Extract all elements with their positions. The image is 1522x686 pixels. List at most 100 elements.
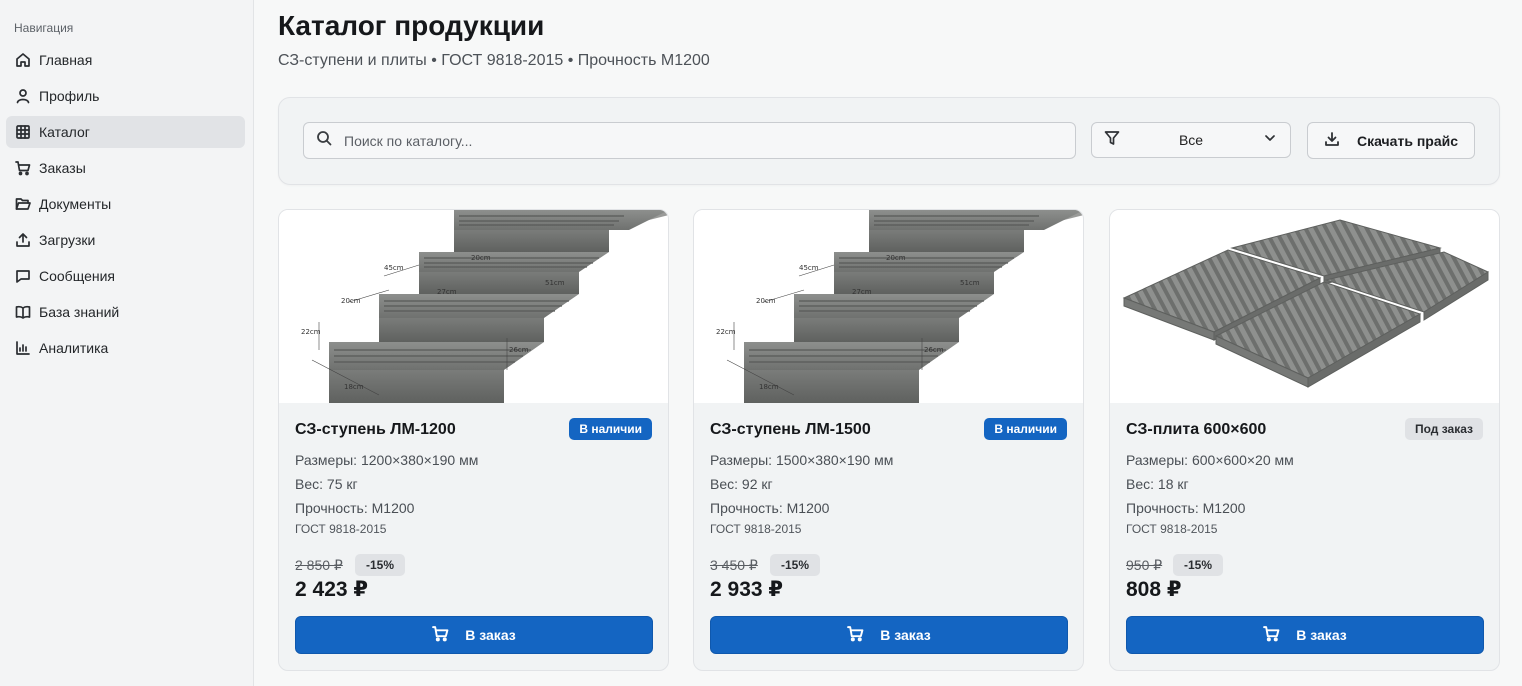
add-to-order-button[interactable]: В заказ [295, 616, 653, 654]
sidebar-item-uploads[interactable]: Загрузки [6, 224, 245, 256]
dimension-label: 18cm [344, 383, 364, 391]
product-card: 45cm 20cm 27cm 20cm 51cm 22cm 26cm 18cm … [278, 209, 669, 671]
dimension-label: 45cm [384, 264, 404, 272]
sidebar-item-label: База знаний [39, 304, 120, 320]
product-card: СЗ-плита 600×600 Под заказ Размеры: 600×… [1109, 209, 1500, 671]
chevron-down-icon [1262, 130, 1278, 151]
sidebar-item-label: Аналитика [39, 340, 109, 356]
sidebar-item-home[interactable]: Главная [6, 44, 245, 76]
category-filter-select[interactable]: Все [1091, 122, 1291, 158]
user-icon [15, 88, 31, 104]
sidebar-item-profile[interactable]: Профиль [6, 80, 245, 112]
product-weight: Вес: 18 кг [1126, 476, 1189, 492]
page-subtitle: СЗ-ступени и плиты • ГОСТ 9818-2015 • Пр… [278, 52, 710, 69]
product-name: СЗ-плита 600×600 [1126, 421, 1267, 438]
old-price: 950 ₽ [1126, 557, 1163, 573]
sidebar-item-label: Загрузки [39, 232, 96, 248]
dimension-label: 20cm [341, 297, 361, 305]
grid-icon [15, 124, 31, 140]
sidebar-item-label: Главная [39, 52, 93, 68]
dimension-label: 26cm [924, 346, 944, 354]
page-title: Каталог продукции [278, 10, 545, 41]
old-price: 2 850 ₽ [295, 557, 343, 573]
dimension-label: 18cm [759, 383, 779, 391]
product-weight: Вес: 75 кг [295, 476, 358, 492]
dimension-label: 51cm [545, 279, 565, 287]
sidebar-item-orders[interactable]: Заказы [6, 152, 245, 184]
product-price: 808 ₽ [1126, 578, 1182, 601]
search-field[interactable] [303, 122, 1076, 159]
download-price-label: Скачать прайс [1357, 132, 1459, 149]
dimension-label: 22cm [716, 328, 736, 336]
search-input[interactable] [344, 132, 1044, 149]
discount-badge: -15% [1173, 554, 1224, 576]
product-strength: Прочность: М1200 [295, 500, 415, 516]
cart-icon [432, 625, 465, 645]
dimension-label: 27cm [437, 288, 457, 296]
product-image-tiles [1110, 210, 1499, 403]
product-strength: Прочность: М1200 [1126, 500, 1246, 516]
folder-icon [15, 196, 31, 212]
filter-icon [1104, 130, 1120, 151]
dimension-label: 20cm [756, 297, 776, 305]
product-price: 2 933 ₽ [710, 578, 783, 601]
add-to-order-label: В заказ [1296, 627, 1347, 643]
product-name: СЗ-ступень ЛМ-1500 [710, 421, 871, 438]
dimension-label: 20cm [471, 254, 491, 262]
product-size: Размеры: 600×600×20 мм [1126, 452, 1294, 468]
add-to-order-button[interactable]: В заказ [1126, 616, 1484, 654]
add-to-order-label: В заказ [880, 627, 931, 643]
status-badge: Под заказ [1404, 418, 1483, 440]
sidebar-item-label: Сообщения [39, 268, 115, 284]
dimension-label: 20cm [886, 254, 906, 262]
upload-icon [15, 232, 31, 248]
home-icon [15, 52, 31, 68]
dimension-label: 51cm [960, 279, 980, 287]
product-gost: ГОСТ 9818-2015 [710, 522, 802, 536]
product-weight: Вес: 92 кг [710, 476, 773, 492]
dimension-label: 26cm [509, 346, 529, 354]
sidebar-item-label: Каталог [39, 124, 90, 140]
download-icon [1324, 131, 1357, 150]
dimension-label: 27cm [852, 288, 872, 296]
product-gost: ГОСТ 9818-2015 [295, 522, 387, 536]
dimension-label: 45cm [799, 264, 819, 272]
sidebar-item-analytics[interactable]: Аналитика [6, 332, 245, 364]
add-to-order-button[interactable]: В заказ [710, 616, 1068, 654]
download-price-button[interactable]: Скачать прайс [1307, 122, 1475, 159]
sidebar-item-catalog[interactable]: Каталог [6, 116, 245, 148]
discount-badge: -15% [355, 554, 406, 576]
sidebar-item-label: Профиль [39, 88, 100, 104]
cart-icon [1263, 625, 1296, 645]
sidebar-item-label: Заказы [39, 160, 86, 176]
add-to-order-label: В заказ [465, 627, 516, 643]
product-size: Размеры: 1200×380×190 мм [295, 452, 479, 468]
cart-icon [15, 160, 31, 176]
product-size: Размеры: 1500×380×190 мм [710, 452, 894, 468]
cart-icon [847, 625, 880, 645]
sidebar-item-knowledge-base[interactable]: База знаний [6, 296, 245, 328]
discount-badge: -15% [770, 554, 821, 576]
product-name: СЗ-ступень ЛМ-1200 [295, 421, 456, 438]
product-strength: Прочность: М1200 [710, 500, 830, 516]
sidebar-item-messages[interactable]: Сообщения [6, 260, 245, 292]
old-price: 3 450 ₽ [710, 557, 758, 573]
catalog-toolbar: Все Скачать прайс [278, 97, 1500, 185]
chart-icon [15, 340, 31, 356]
search-icon [316, 130, 332, 151]
filter-value: Все [1178, 132, 1204, 148]
sidebar-item-label: Документы [39, 196, 112, 212]
product-gost: ГОСТ 9818-2015 [1126, 522, 1218, 536]
dimension-label: 22cm [301, 328, 321, 336]
message-icon [15, 268, 31, 284]
product-price: 2 423 ₽ [295, 578, 368, 601]
book-icon [15, 304, 31, 320]
product-image-stairs: 45cm 20cm 27cm 20cm 51cm 22cm 26cm 18cm [694, 210, 1083, 403]
status-badge: В наличии [984, 418, 1067, 440]
status-badge: В наличии [569, 418, 652, 440]
sidebar: Навигация Главная Профиль Каталог Заказы… [0, 0, 254, 686]
product-card: 45cm 20cm 27cm 20cm 51cm 22cm 26cm 18cm … [693, 209, 1084, 671]
product-image-stairs: 45cm 20cm 27cm 20cm 51cm 22cm 26cm 18cm [279, 210, 668, 403]
sidebar-heading: Навигация [14, 21, 74, 35]
sidebar-item-documents[interactable]: Документы [6, 188, 245, 220]
